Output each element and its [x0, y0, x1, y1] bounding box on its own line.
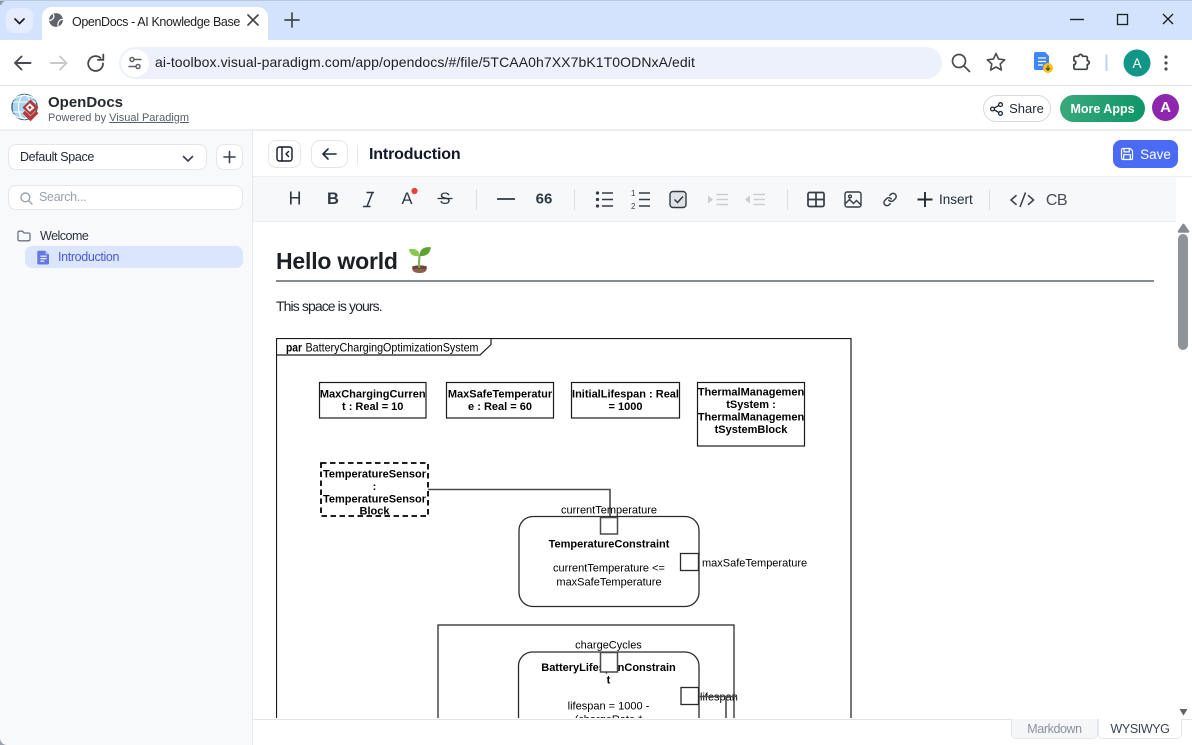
svg-text:tSystem :: tSystem : [726, 399, 776, 411]
svg-text:2: 2 [631, 202, 636, 211]
svg-text:MaxChargingCurren: MaxChargingCurren [320, 389, 426, 401]
svg-text:CB: CB [1046, 192, 1067, 209]
svg-text:Insert: Insert [939, 192, 973, 207]
svg-text:tSystemBlock: tSystemBlock [715, 424, 789, 436]
svg-text:InitialLifespan : Real: InitialLifespan : Real [572, 389, 679, 401]
svg-text:= 1000: = 1000 [609, 401, 643, 413]
svg-text:chargeCycles: chargeCycles [575, 640, 642, 652]
svg-text:66: 66 [536, 191, 553, 208]
svg-text:e : Real = 60: e : Real = 60 [468, 401, 532, 413]
svg-text:MaxSafeTemperatur: MaxSafeTemperatur [448, 389, 553, 401]
svg-text:maxSafeTemperature: maxSafeTemperature [702, 558, 807, 570]
svg-text:TemperatureSensor: TemperatureSensor [323, 469, 427, 481]
svg-text:A: A [401, 190, 412, 208]
svg-text:t: t [607, 675, 611, 687]
svg-text:ThermalManagemen: ThermalManagemen [698, 412, 805, 424]
svg-text:maxSafeTemperature: maxSafeTemperature [556, 577, 661, 589]
svg-text:TemperatureConstraint: TemperatureConstraint [549, 539, 670, 551]
svg-text:B: B [327, 190, 339, 208]
svg-text:A: A [1132, 56, 1141, 71]
svg-text:(chargeRate *: (chargeRate * [575, 714, 644, 718]
svg-text:TemperatureSensor: TemperatureSensor [323, 494, 427, 506]
svg-text:currentTemperature: currentTemperature [561, 505, 657, 517]
svg-text:lifespan: lifespan [700, 692, 738, 704]
svg-text:t : Real = 10: t : Real = 10 [342, 401, 403, 413]
svg-text:currentTemperature <=: currentTemperature <= [553, 563, 665, 575]
svg-text:par BatteryChargingOptimizatio: par BatteryChargingOptimizationSystem [286, 341, 479, 355]
svg-text:1: 1 [631, 189, 636, 198]
svg-text:Block: Block [360, 506, 391, 518]
svg-text:ThermalManagemen: ThermalManagemen [698, 387, 805, 399]
svg-text:lifespan = 1000 -: lifespan = 1000 - [568, 701, 650, 713]
svg-text::: : [373, 481, 377, 493]
svg-text:H: H [289, 189, 302, 209]
